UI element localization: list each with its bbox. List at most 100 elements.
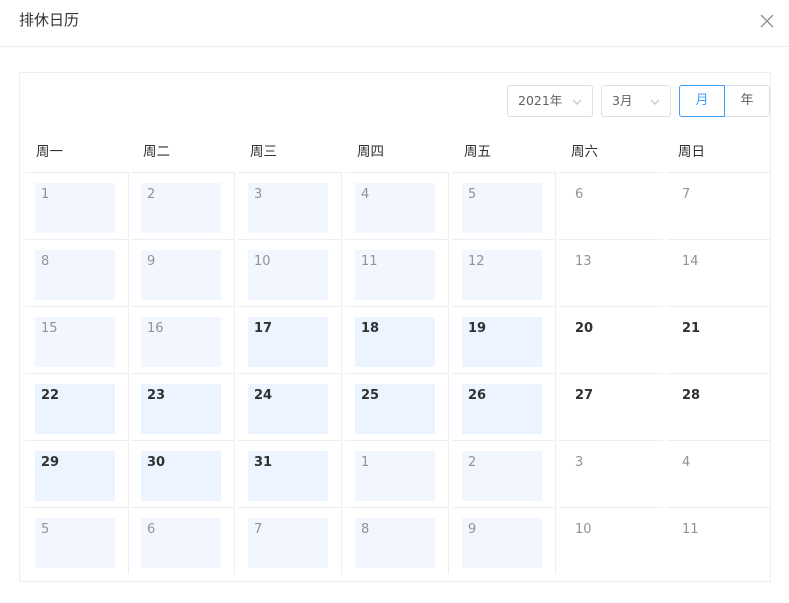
calendar-day-cell[interactable]: 12 bbox=[452, 239, 556, 306]
calendar-day-cell[interactable]: 3 bbox=[559, 440, 663, 507]
month-select[interactable]: 3月 bbox=[601, 85, 671, 117]
calendar-day-cell[interactable]: 28 bbox=[666, 373, 770, 440]
calendar-day-cell[interactable]: 27 bbox=[559, 373, 663, 440]
day-number: 8 bbox=[41, 254, 50, 269]
chevron-down-icon bbox=[650, 97, 660, 107]
calendar-day-cell[interactable]: 21 bbox=[666, 306, 770, 373]
day-number: 9 bbox=[468, 522, 477, 537]
day-number: 19 bbox=[468, 321, 487, 336]
schedule-dialog: 排休日历 2021年 3月 月 年 周一 周二 周三 周四 周五 周六 周日 1… bbox=[0, 0, 789, 603]
calendar-day-cell[interactable]: 1 bbox=[345, 440, 449, 507]
calendar-day-cell[interactable]: 1 bbox=[25, 172, 129, 239]
weekday-label: 周四 bbox=[357, 144, 384, 160]
day-number: 14 bbox=[682, 254, 699, 269]
view-toggle: 月 年 bbox=[679, 85, 770, 117]
calendar-day-cell[interactable]: 7 bbox=[666, 172, 770, 239]
calendar-day-cell[interactable]: 25 bbox=[345, 373, 449, 440]
day-number: 2 bbox=[147, 187, 156, 202]
view-year-button[interactable]: 年 bbox=[724, 85, 770, 117]
month-select-value: 3月 bbox=[612, 93, 633, 108]
weekday-label: 周二 bbox=[143, 144, 170, 160]
day-number: 5 bbox=[41, 522, 50, 537]
calendar-day-cell[interactable]: 14 bbox=[666, 239, 770, 306]
day-number: 5 bbox=[468, 187, 477, 202]
weekday-label: 周日 bbox=[678, 144, 705, 160]
calendar-day-cell[interactable]: 16 bbox=[131, 306, 235, 373]
day-number: 6 bbox=[575, 187, 584, 202]
calendar-day-cell[interactable]: 24 bbox=[238, 373, 342, 440]
day-number: 7 bbox=[254, 522, 263, 537]
calendar-day-cell[interactable]: 4 bbox=[345, 172, 449, 239]
weekday-label: 周三 bbox=[250, 144, 277, 160]
weekday-label: 周五 bbox=[464, 144, 491, 160]
calendar-day-cell[interactable]: 9 bbox=[452, 507, 556, 574]
day-number: 27 bbox=[575, 388, 594, 403]
day-number: 11 bbox=[361, 254, 378, 269]
calendar-day-cell[interactable]: 8 bbox=[25, 239, 129, 306]
dialog-title: 排休日历 bbox=[19, 11, 80, 29]
calendar-day-cell[interactable]: 30 bbox=[131, 440, 235, 507]
day-number: 1 bbox=[41, 187, 50, 202]
calendar-day-cell[interactable]: 22 bbox=[25, 373, 129, 440]
day-number: 18 bbox=[361, 321, 380, 336]
day-number: 16 bbox=[147, 321, 164, 336]
day-number: 15 bbox=[41, 321, 58, 336]
day-number: 4 bbox=[361, 187, 370, 202]
calendar-day-cell[interactable]: 20 bbox=[559, 306, 663, 373]
calendar-day-cell[interactable]: 29 bbox=[25, 440, 129, 507]
calendar-day-cell[interactable]: 11 bbox=[345, 239, 449, 306]
calendar-day-cell[interactable]: 2 bbox=[452, 440, 556, 507]
day-number: 23 bbox=[147, 388, 166, 403]
day-number: 2 bbox=[468, 455, 477, 470]
calendar-day-cell[interactable]: 8 bbox=[345, 507, 449, 574]
calendar-day-cell[interactable]: 11 bbox=[666, 507, 770, 574]
day-number: 12 bbox=[468, 254, 485, 269]
close-icon-glyph bbox=[760, 14, 774, 28]
calendar-day-cell[interactable]: 17 bbox=[238, 306, 342, 373]
day-number: 28 bbox=[682, 388, 701, 403]
calendar-day-cell[interactable]: 5 bbox=[25, 507, 129, 574]
day-number: 25 bbox=[361, 388, 380, 403]
calendar-day-cell[interactable]: 6 bbox=[131, 507, 235, 574]
day-number: 11 bbox=[682, 522, 699, 537]
day-number: 6 bbox=[147, 522, 156, 537]
day-number: 26 bbox=[468, 388, 487, 403]
calendar-day-cell[interactable]: 26 bbox=[452, 373, 556, 440]
day-number: 3 bbox=[575, 455, 584, 470]
calendar-day-cell[interactable]: 19 bbox=[452, 306, 556, 373]
calendar-day-cell[interactable]: 13 bbox=[559, 239, 663, 306]
calendar: 2021年 3月 月 年 周一 周二 周三 周四 周五 周六 周日 1 2 3 4 5 6 7 8 9 10 1… bbox=[19, 72, 771, 582]
calendar-day-cell[interactable]: 4 bbox=[666, 440, 770, 507]
calendar-day-cell[interactable]: 3 bbox=[238, 172, 342, 239]
calendar-day-cell[interactable]: 5 bbox=[452, 172, 556, 239]
dialog-header: 排休日历 bbox=[0, 0, 789, 47]
day-number: 24 bbox=[254, 388, 273, 403]
calendar-day-cell[interactable]: 31 bbox=[238, 440, 342, 507]
calendar-day-cell[interactable]: 23 bbox=[131, 373, 235, 440]
day-number: 31 bbox=[254, 455, 273, 470]
calendar-day-cell[interactable]: 10 bbox=[559, 507, 663, 574]
calendar-day-cell[interactable]: 6 bbox=[559, 172, 663, 239]
calendar-day-cell[interactable]: 10 bbox=[238, 239, 342, 306]
day-number: 9 bbox=[147, 254, 156, 269]
chevron-down-icon bbox=[572, 97, 582, 107]
day-number: 22 bbox=[41, 388, 60, 403]
calendar-day-cell[interactable]: 9 bbox=[131, 239, 235, 306]
year-select[interactable]: 2021年 bbox=[507, 85, 593, 117]
close-icon[interactable] bbox=[757, 11, 777, 31]
day-number: 17 bbox=[254, 321, 273, 336]
day-number: 8 bbox=[361, 522, 370, 537]
calendar-day-cell[interactable]: 7 bbox=[238, 507, 342, 574]
day-number: 10 bbox=[575, 522, 592, 537]
calendar-day-cell[interactable]: 2 bbox=[131, 172, 235, 239]
calendar-day-cell[interactable]: 15 bbox=[25, 306, 129, 373]
day-number: 29 bbox=[41, 455, 60, 470]
weekday-label: 周一 bbox=[36, 144, 63, 160]
day-number: 30 bbox=[147, 455, 166, 470]
day-number: 1 bbox=[361, 455, 370, 470]
day-number: 7 bbox=[682, 187, 691, 202]
day-number: 4 bbox=[682, 455, 691, 470]
view-month-button[interactable]: 月 bbox=[679, 85, 725, 117]
day-number: 3 bbox=[254, 187, 263, 202]
calendar-day-cell[interactable]: 18 bbox=[345, 306, 449, 373]
